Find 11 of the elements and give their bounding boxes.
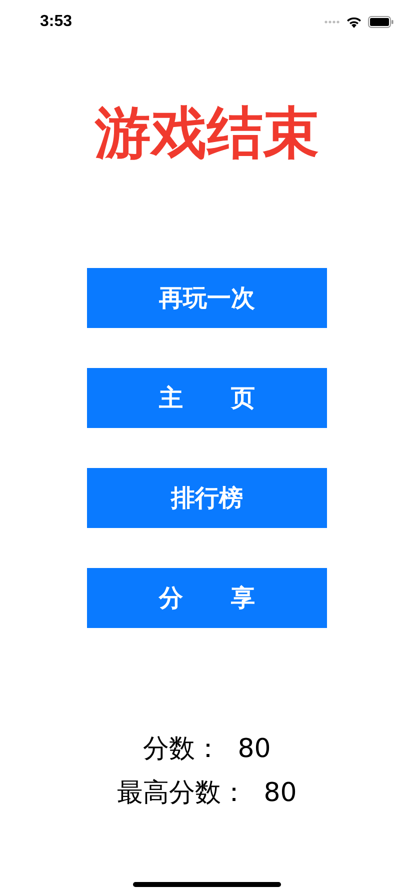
score-text: 最高分数： 80 xyxy=(117,777,297,810)
menu-button[interactable]: 排行榜 xyxy=(87,468,327,528)
wifi-icon xyxy=(346,16,362,28)
menu-button[interactable]: 主 页 xyxy=(87,368,327,428)
score-text: 分数： 80 xyxy=(143,733,271,766)
menu-button[interactable]: 再玩一次 xyxy=(87,268,327,328)
game-over-title: 游戏结束 xyxy=(95,102,319,166)
signal-icon xyxy=(324,20,340,24)
status-time: 3:53 xyxy=(40,13,72,31)
menu-button[interactable]: 分 享 xyxy=(87,568,327,628)
battery-icon xyxy=(368,16,394,28)
